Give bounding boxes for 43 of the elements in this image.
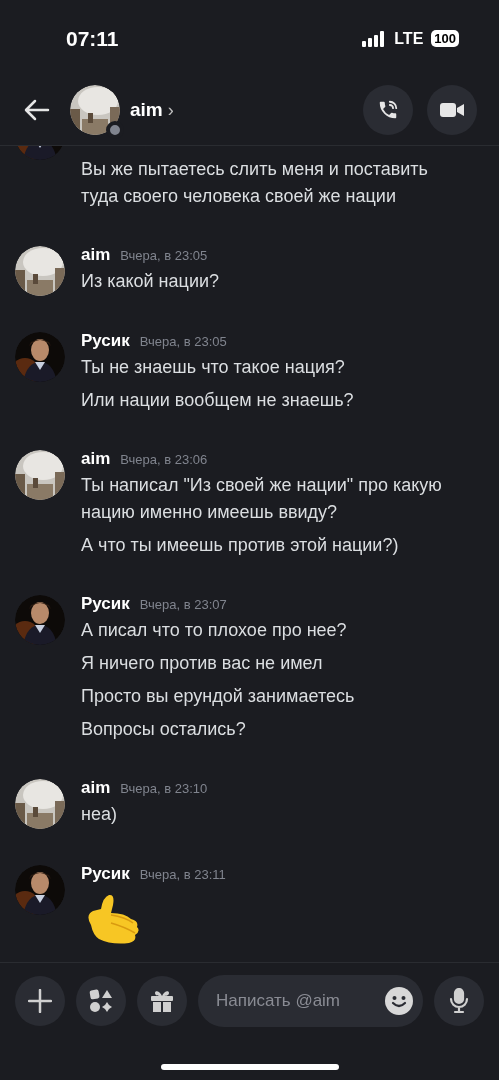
message-time: Вчера, в 23:07 [139, 596, 227, 614]
message-text: Я ничего против вас не имел [81, 652, 324, 675]
gift-button[interactable] [137, 976, 187, 1026]
message-time: Вчера, в 23:05 [139, 333, 227, 351]
message-text: Или нации вообщем не знаешь? [81, 389, 355, 412]
message-text: Из какой нации? [81, 270, 220, 293]
author-name: Русик [81, 330, 130, 352]
network-label: LTE [394, 28, 424, 49]
chat-title[interactable]: aim [130, 95, 163, 125]
author-name: Русик [81, 863, 130, 885]
message-time: Вчера, в 23:11 [139, 866, 226, 884]
shapes-icon [89, 989, 113, 1013]
signal-icon [362, 30, 387, 47]
author-name: aim [81, 448, 111, 470]
message-time: Вчера, в 23:05 [120, 247, 208, 265]
video-camera-icon [440, 101, 464, 119]
video-call-button[interactable] [427, 85, 477, 135]
message-text: неа) [81, 803, 118, 826]
author-name: aim [81, 777, 111, 799]
author-name: aim [81, 244, 111, 266]
phone-icon [377, 99, 399, 121]
chevron-icon: › [167, 96, 174, 124]
voice-message-button[interactable] [434, 976, 484, 1026]
message-time: Вчера, в 23:06 [120, 451, 208, 469]
voice-call-button[interactable] [363, 85, 413, 135]
message-input[interactable]: Написать @aim [198, 975, 423, 1027]
smiley-icon[interactable] [385, 987, 413, 1015]
gift-icon [150, 989, 174, 1013]
author-name: Русик [81, 593, 130, 615]
message-text: Вопросы остались? [81, 718, 247, 741]
message-text: А что ты имеешь против этой нации?) [81, 534, 400, 557]
plus-icon [28, 989, 52, 1013]
message-text: А писал что то плохое про нее? [81, 619, 348, 642]
microphone-icon [448, 988, 470, 1014]
message-text: Ты написал "Из своей же нации" про какую нацию именно имеешь ввиду? [81, 474, 443, 524]
status-time: 07:11 [66, 25, 119, 52]
apps-button[interactable] [76, 976, 126, 1026]
message-time: Вчера, в 23:10 [120, 780, 208, 798]
battery-level: 100 [431, 30, 459, 47]
message-text: Просто вы ерундой занимаетесь [81, 685, 356, 708]
add-button[interactable] [15, 976, 65, 1026]
message-text: Ты не знаешь что такое нация? [81, 356, 346, 379]
message-text: Вы же пытаетесь слить меня и поставить туда своего человека своей же нации [81, 158, 429, 208]
